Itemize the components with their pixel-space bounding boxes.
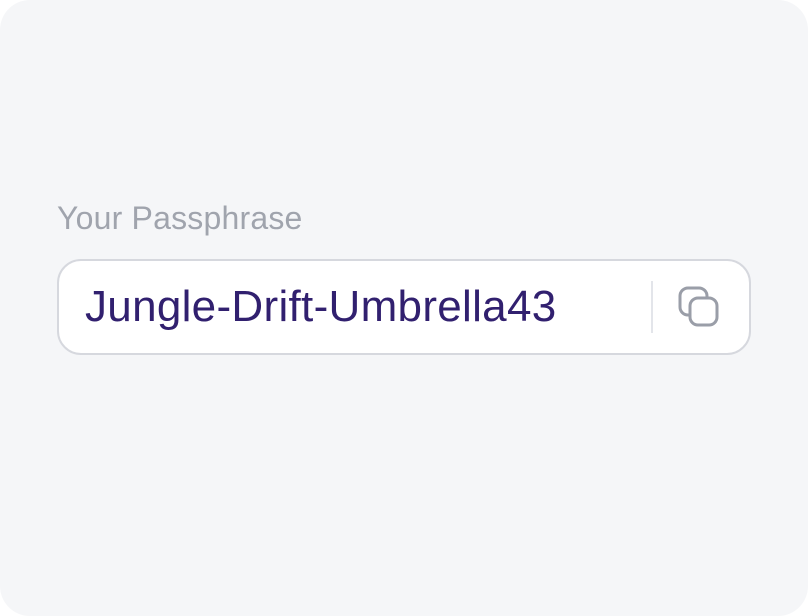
copy-icon <box>678 286 719 327</box>
field-divider <box>651 281 653 333</box>
copy-button[interactable] <box>675 283 723 331</box>
passphrase-value[interactable]: Jungle-Drift-Umbrella43 <box>59 281 651 333</box>
passphrase-card: Your Passphrase Jungle-Drift-Umbrella43 <box>0 0 808 616</box>
passphrase-label: Your Passphrase <box>57 200 303 236</box>
passphrase-field[interactable]: Jungle-Drift-Umbrella43 <box>57 259 751 355</box>
